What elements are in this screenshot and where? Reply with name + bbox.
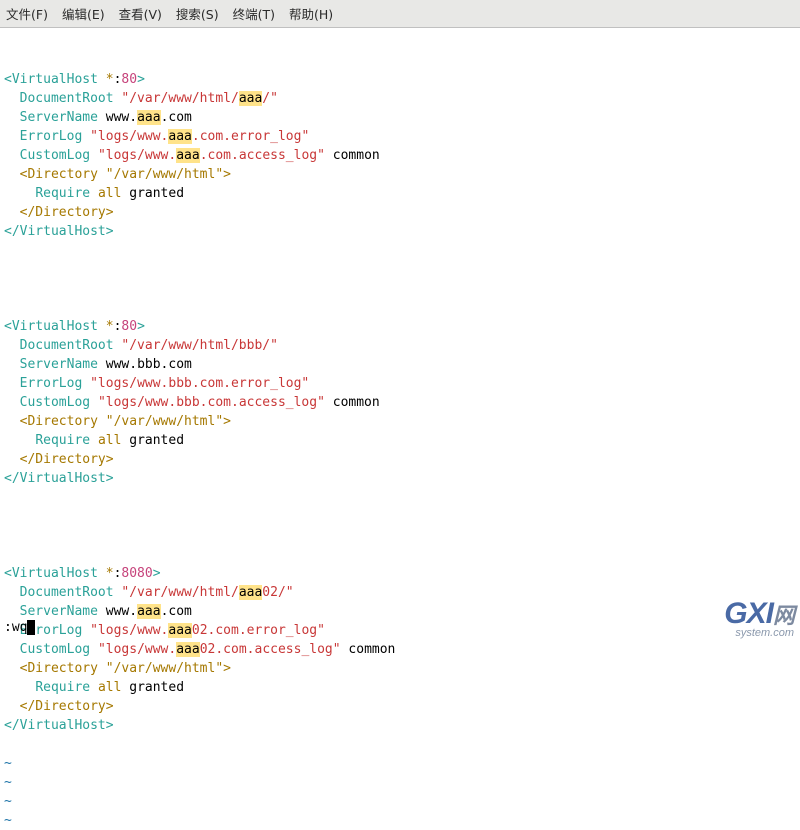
menu-search[interactable]: 搜索(S) bbox=[176, 4, 219, 23]
value: www. bbox=[106, 110, 137, 125]
search-highlight: aaa bbox=[168, 129, 191, 144]
require-arg: all bbox=[98, 433, 121, 448]
directory-open: <Directory "/var/www/html"> bbox=[20, 167, 231, 182]
directive-documentroot: DocumentRoot bbox=[20, 585, 114, 600]
string: "/var/www/html/bbb/" bbox=[121, 338, 278, 353]
argument: common bbox=[333, 395, 380, 410]
directory-close: </Directory> bbox=[20, 452, 114, 467]
string: .com.access_log" bbox=[200, 148, 325, 163]
port: 80 bbox=[121, 72, 137, 87]
argument: common bbox=[333, 148, 380, 163]
value: www.bbb.com bbox=[106, 357, 192, 372]
search-highlight: aaa bbox=[176, 148, 199, 163]
tag-star: * bbox=[98, 566, 114, 581]
directive-errorlog: ErrorLog bbox=[20, 129, 83, 144]
directive-documentroot: DocumentRoot bbox=[20, 91, 114, 106]
tag-star: * bbox=[98, 319, 114, 334]
menu-help[interactable]: 帮助(H) bbox=[289, 4, 333, 23]
empty-line-tilde: ~ bbox=[0, 811, 800, 830]
vhost-block: <VirtualHost *:8080> DocumentRoot "/var/… bbox=[4, 564, 796, 735]
string: 02.com.access_log" bbox=[200, 642, 341, 657]
directory-close: </Directory> bbox=[20, 205, 114, 220]
string: "logs/www. bbox=[90, 129, 168, 144]
require-arg: all bbox=[98, 680, 121, 695]
string: "logs/www. bbox=[98, 642, 176, 657]
vhost-close: </VirtualHost> bbox=[4, 718, 114, 733]
menubar[interactable]: 文件(F) 编辑(E) 查看(V) 搜索(S) 终端(T) 帮助(H) bbox=[0, 0, 800, 28]
string: 02.com.error_log" bbox=[192, 623, 325, 638]
require-arg: granted bbox=[129, 680, 184, 695]
require-arg: granted bbox=[129, 433, 184, 448]
directive-customlog: CustomLog bbox=[20, 148, 90, 163]
search-highlight: aaa bbox=[137, 110, 160, 125]
directive-servername: ServerName bbox=[20, 604, 98, 619]
empty-line-tilde: ~ bbox=[0, 792, 800, 811]
port: 8080 bbox=[121, 566, 152, 581]
cursor-block bbox=[27, 620, 35, 635]
vhost-block: <VirtualHost *:80> DocumentRoot "/var/ww… bbox=[4, 70, 796, 241]
directive-documentroot: DocumentRoot bbox=[20, 338, 114, 353]
require-keyword: Require bbox=[35, 186, 90, 201]
search-highlight: aaa bbox=[239, 91, 262, 106]
search-highlight: aaa bbox=[239, 585, 262, 600]
require-arg: granted bbox=[129, 186, 184, 201]
vhost-close: </VirtualHost> bbox=[4, 224, 114, 239]
menu-file[interactable]: 文件(F) bbox=[6, 4, 48, 23]
directive-servername: ServerName bbox=[20, 357, 98, 372]
vhost-close: </VirtualHost> bbox=[4, 471, 114, 486]
directory-close: </Directory> bbox=[20, 699, 114, 714]
empty-line-tilde: ~ bbox=[0, 773, 800, 792]
tag-name: VirtualHost bbox=[12, 72, 98, 87]
string: "/var/www/html/ bbox=[121, 91, 238, 106]
string: 02/" bbox=[262, 585, 293, 600]
watermark-logo: GXI网 system.com bbox=[724, 597, 794, 639]
menu-view[interactable]: 查看(V) bbox=[119, 4, 162, 23]
directive-errorlog: ErrorLog bbox=[20, 376, 83, 391]
directory-open: <Directory "/var/www/html"> bbox=[20, 414, 231, 429]
value: www. bbox=[106, 604, 137, 619]
tag-close: > bbox=[153, 566, 161, 581]
tag-close: > bbox=[137, 319, 145, 334]
string: "/var/www/html/ bbox=[121, 585, 238, 600]
require-keyword: Require bbox=[35, 433, 90, 448]
watermark-suffix: 网 bbox=[773, 603, 794, 628]
string: "logs/www.bbb.com.error_log" bbox=[90, 376, 309, 391]
value: .com bbox=[161, 604, 192, 619]
command-text: :wq bbox=[4, 620, 27, 635]
tag-open: < bbox=[4, 319, 12, 334]
port: 80 bbox=[121, 319, 137, 334]
require-keyword: Require bbox=[35, 680, 90, 695]
tag-close: > bbox=[137, 72, 145, 87]
argument: common bbox=[348, 642, 395, 657]
value: .com bbox=[161, 110, 192, 125]
search-highlight: aaa bbox=[176, 642, 199, 657]
string: "logs/www. bbox=[98, 148, 176, 163]
string: /" bbox=[262, 91, 278, 106]
empty-line-tilde: ~ bbox=[0, 754, 800, 773]
string: "logs/www. bbox=[90, 623, 168, 638]
editor-content[interactable]: <VirtualHost *:80> DocumentRoot "/var/ww… bbox=[0, 28, 800, 754]
menu-edit[interactable]: 编辑(E) bbox=[62, 4, 105, 23]
vim-command-line[interactable]: :wq bbox=[4, 618, 35, 637]
tag-star: * bbox=[98, 72, 114, 87]
vhost-block: <VirtualHost *:80> DocumentRoot "/var/ww… bbox=[4, 317, 796, 488]
directive-customlog: CustomLog bbox=[20, 395, 90, 410]
tag-open: < bbox=[4, 72, 12, 87]
watermark-brand: GXI bbox=[724, 597, 773, 630]
search-highlight: aaa bbox=[137, 604, 160, 619]
watermark-domain: system.com bbox=[724, 627, 794, 639]
tag-name: VirtualHost bbox=[12, 566, 98, 581]
search-highlight: aaa bbox=[168, 623, 191, 638]
string: .com.error_log" bbox=[192, 129, 309, 144]
tag-open: < bbox=[4, 566, 12, 581]
directive-servername: ServerName bbox=[20, 110, 98, 125]
directive-customlog: CustomLog bbox=[20, 642, 90, 657]
menu-terminal[interactable]: 终端(T) bbox=[233, 4, 275, 23]
directory-open: <Directory "/var/www/html"> bbox=[20, 661, 231, 676]
require-arg: all bbox=[98, 186, 121, 201]
string: "logs/www.bbb.com.access_log" bbox=[98, 395, 325, 410]
tag-name: VirtualHost bbox=[12, 319, 98, 334]
